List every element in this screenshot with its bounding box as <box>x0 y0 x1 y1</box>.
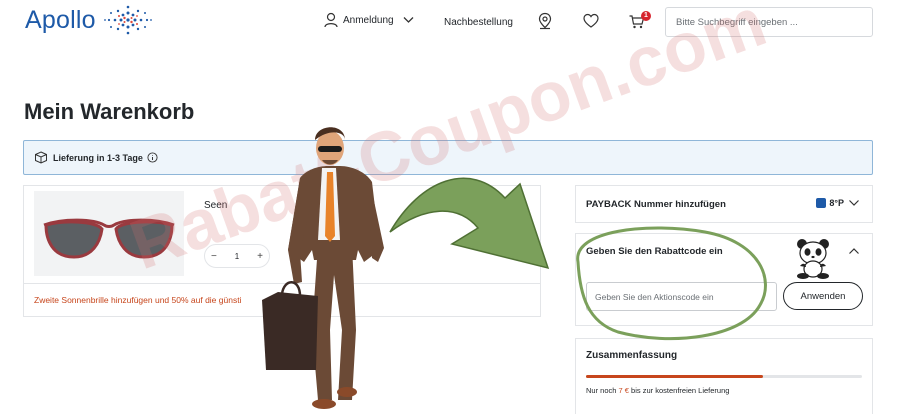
summary-label: Zusammenfassung <box>586 350 678 361</box>
second-pair-promo[interactable]: Zweite Sonnenbrille hinzufügen und 50% a… <box>24 283 540 316</box>
payback-icon <box>816 198 827 208</box>
delivery-banner: Lieferung in 1-3 Tage <box>23 140 873 175</box>
quantity-value: 1 <box>234 251 240 261</box>
logo[interactable]: Apollo <box>25 4 154 36</box>
logo-mark-icon <box>103 5 152 35</box>
shipping-note-prefix: Nur noch <box>586 386 619 395</box>
payback-points: 8°P <box>816 198 860 208</box>
payback-panel[interactable]: PAYBACK Nummer hinzufügen 8°P <box>575 185 873 223</box>
delivery-text: Lieferung in 1-3 Tage <box>53 152 143 163</box>
quantity-stepper: − 1 + <box>204 244 270 268</box>
quantity-increase-button[interactable]: + <box>257 251 263 262</box>
shipping-note-amount: 7 € <box>618 386 629 395</box>
panda-icon <box>797 239 829 279</box>
payback-points-value: 8°P <box>829 198 844 208</box>
cart-item-card: Seen − 1 + Zweite Sonnenbrille hinzufüge… <box>23 185 541 317</box>
coupon-label: Geben Sie den Rabattcode ein <box>586 246 723 257</box>
payback-label: PAYBACK Nummer hinzufügen <box>586 199 726 210</box>
logo-text: Apollo <box>25 5 96 34</box>
product-image[interactable] <box>34 191 184 276</box>
page-title: Mein Warenkorb <box>24 99 195 124</box>
login-label: Anmeldung <box>343 14 394 26</box>
heart-icon[interactable] <box>582 12 600 30</box>
location-pin-icon[interactable] <box>536 12 554 30</box>
cart-count-badge: 1 <box>641 11 651 21</box>
user-icon <box>324 12 338 28</box>
search-input[interactable] <box>665 7 873 37</box>
chevron-up-icon[interactable] <box>848 247 860 255</box>
product-name[interactable]: Seen <box>204 200 227 211</box>
sunglasses-icon <box>43 218 175 259</box>
shipping-note-suffix: bis zur kostenfreien Lieferung <box>628 386 730 395</box>
login-menu[interactable]: Anmeldung <box>324 12 419 28</box>
free-shipping-progress <box>586 375 862 378</box>
package-icon <box>35 151 47 164</box>
free-shipping-progress-fill <box>586 375 763 378</box>
coupon-code-input[interactable] <box>586 282 777 311</box>
chevron-down-icon <box>403 17 414 23</box>
chevron-down-icon <box>849 200 859 206</box>
reorder-link[interactable]: Nachbestellung <box>444 17 513 28</box>
coupon-panel: Geben Sie den Rabattcode ein Anwenden <box>575 233 873 326</box>
apply-coupon-button[interactable]: Anwenden <box>783 282 863 310</box>
summary-panel: Zusammenfassung Nur noch 7 € bis zur kos… <box>575 338 873 414</box>
free-shipping-note: Nur noch 7 € bis zur kostenfreien Liefer… <box>586 386 729 395</box>
quantity-decrease-button[interactable]: − <box>211 251 217 262</box>
info-icon[interactable] <box>147 152 158 163</box>
